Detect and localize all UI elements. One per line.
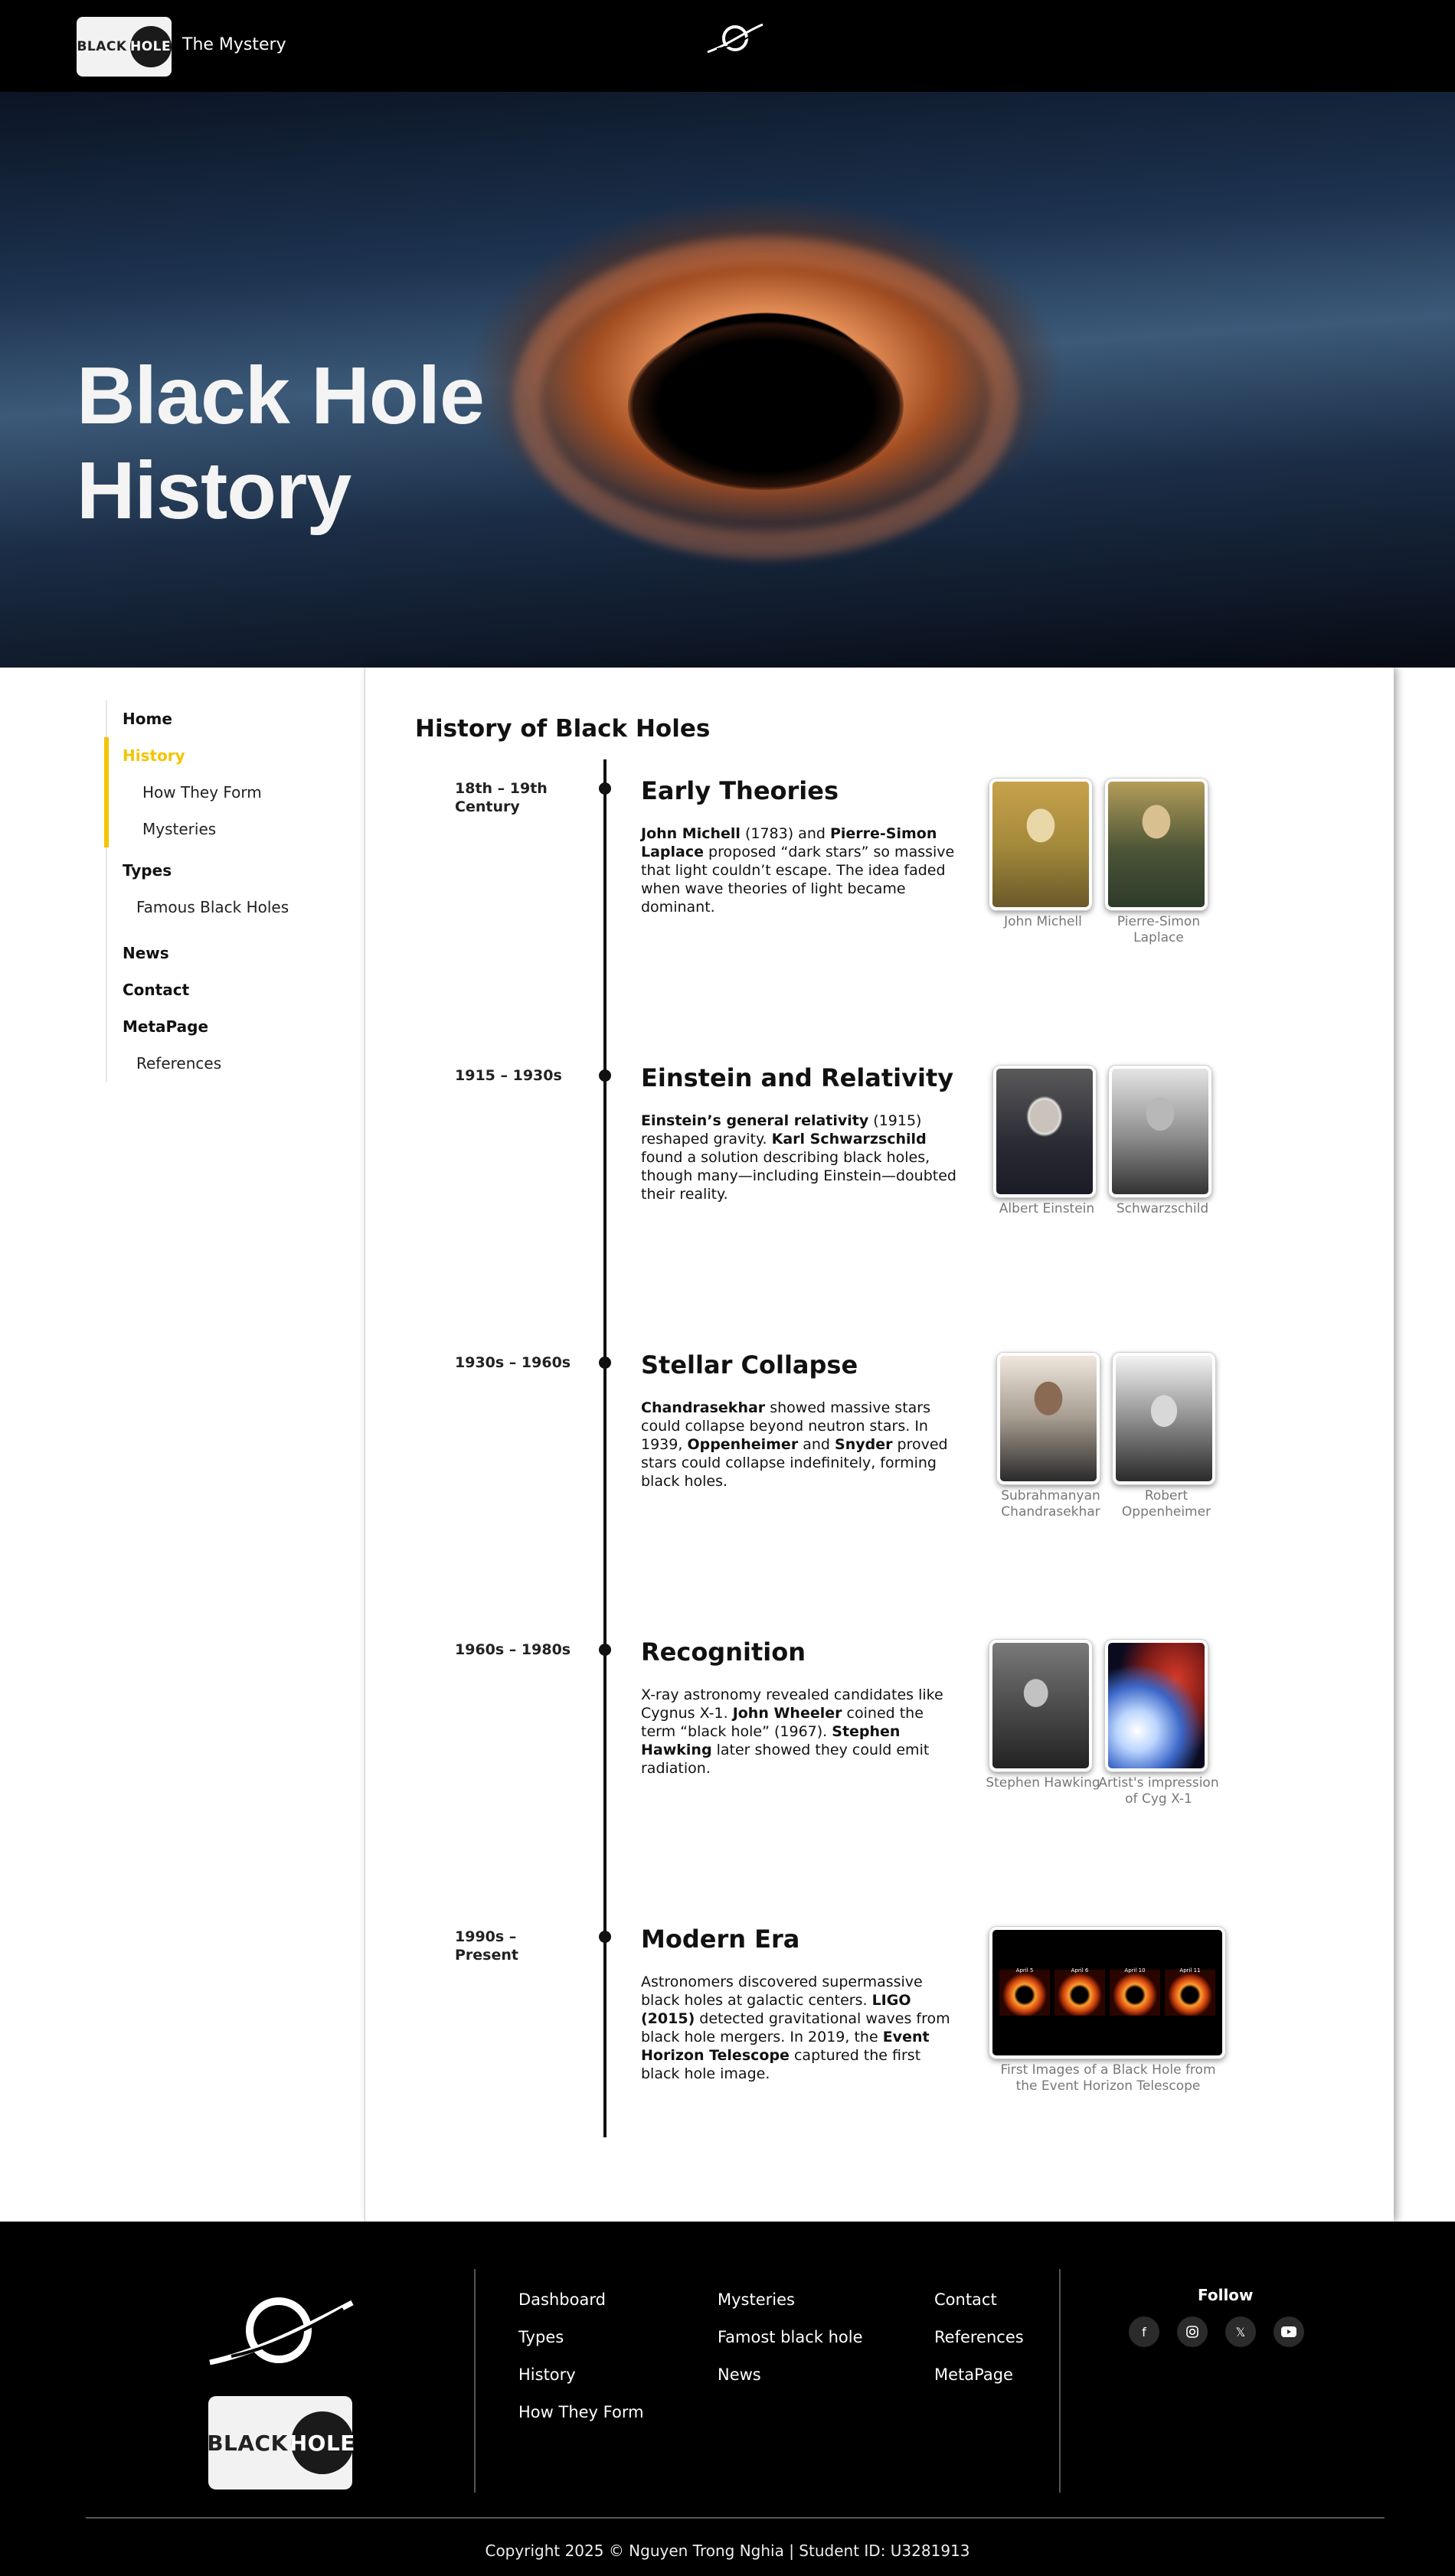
sidebar-item-history[interactable]: History: [109, 737, 351, 774]
footer-link-famous-black-hole[interactable]: Famost black hole: [718, 2328, 863, 2346]
timeline-dot: [599, 1357, 611, 1369]
portrait-schwarzschild: [1109, 1066, 1211, 1197]
portrait-oppenheimer: [1113, 1353, 1215, 1484]
sidebar-item-types[interactable]: Types: [107, 852, 351, 889]
black-hole-emblem-icon: [209, 2297, 354, 2365]
timeline-dot: [599, 1931, 611, 1943]
timeline-heading: Recognition: [641, 1637, 806, 1667]
youtube-icon[interactable]: [1274, 2316, 1304, 2347]
portrait-john-michell: [989, 779, 1092, 910]
eht-black-hole-images: April 5 April 6 April 10 April 11: [989, 1927, 1225, 2059]
timeline-date: 1930s – 1960s: [455, 1354, 571, 1371]
logo-text-left: BLACK: [207, 2430, 288, 2456]
artist-impression-cyg-x1: [1105, 1640, 1208, 1771]
photo-caption: Stephen Hawking: [986, 1775, 1100, 1791]
follow-label: Follow: [1198, 2286, 1254, 2304]
timeline-date: 1915 – 1930s: [455, 1067, 562, 1084]
timeline-heading: Modern Era: [641, 1925, 800, 1954]
eht-panel-label: April 10: [1124, 1967, 1146, 1974]
site-logo[interactable]: BLACK HOLE: [77, 17, 172, 77]
sidebar-group-history: History How They Form Mysteries: [104, 737, 351, 847]
timeline-dot: [599, 1069, 611, 1082]
footer-link-news[interactable]: News: [718, 2365, 863, 2384]
sidebar-nav: Home History How They Form Mysteries Typ…: [104, 700, 351, 1082]
x-icon[interactable]: 𝕏: [1225, 2316, 1256, 2347]
eht-panel-label: April 11: [1179, 1967, 1201, 1974]
timeline-dot: [599, 1644, 611, 1656]
logo-text-right: HOLE: [129, 26, 172, 67]
sidebar-item-mysteries[interactable]: Mysteries: [109, 811, 351, 847]
logo-text-right: HOLE: [289, 2411, 355, 2474]
timeline-heading: Early Theories: [641, 776, 839, 805]
photo-caption: First Images of a Black Hole from the Ev…: [1000, 2062, 1216, 2094]
logo-text-left: BLACK: [77, 39, 127, 54]
copyright-text: Copyright 2025 © Nguyen Trong Nghia | St…: [485, 2542, 970, 2560]
portrait-albert-einstein: [993, 1066, 1096, 1197]
sidebar-item-news[interactable]: News: [107, 935, 351, 971]
page-title: History of Black Holes: [415, 715, 711, 743]
sidebar-item-contact[interactable]: Contact: [107, 971, 351, 1008]
site-name[interactable]: The Mystery: [182, 35, 286, 54]
hero-title: Black Hole History: [77, 351, 485, 536]
sidebar-item-home[interactable]: Home: [107, 700, 351, 737]
portrait-chandrasekhar: [997, 1353, 1100, 1484]
timeline-text: John Michell (1783) and Pierre-Simon Lap…: [641, 825, 955, 916]
photo-caption: Pierre-Simon Laplace: [1117, 914, 1201, 945]
footer-link-metapage[interactable]: MetaPage: [934, 2365, 1024, 2384]
footer-link-contact[interactable]: Contact: [934, 2290, 1024, 2309]
footer-link-references[interactable]: References: [934, 2328, 1024, 2346]
sidebar-item-metapage[interactable]: MetaPage: [107, 1008, 351, 1045]
eht-panel-label: April 6: [1071, 1967, 1089, 1974]
eht-panel-label: April 5: [1015, 1967, 1034, 1974]
footer-link-how-they-form[interactable]: How They Form: [518, 2403, 644, 2421]
main-content: History of Black Holes 18th – 19th Centu…: [365, 668, 1394, 2222]
timeline-heading: Einstein and Relativity: [641, 1063, 954, 1092]
site-footer: BLACK HOLE Dashboard Types History How T…: [0, 2222, 1455, 2576]
timeline-text: Chandrasekhar showed massive stars could…: [641, 1399, 948, 1490]
footer-divider: [1059, 2269, 1061, 2493]
photo-caption: Artist's impression of Cyg X-1: [1098, 1775, 1219, 1807]
portrait-stephen-hawking: [989, 1640, 1092, 1771]
photo-caption: Schwarzschild: [1116, 1201, 1209, 1216]
timeline-dot: [599, 782, 611, 795]
facebook-icon[interactable]: f: [1129, 2316, 1159, 2347]
portrait-laplace: [1105, 779, 1208, 910]
sidebar-item-famous-black-holes[interactable]: Famous Black Holes: [107, 889, 351, 926]
footer-links-col3: Contact References MetaPage: [934, 2290, 1024, 2403]
photo-caption: Robert Oppenheimer: [1121, 1488, 1211, 1520]
footer-rule: [86, 2517, 1385, 2519]
footer-divider: [474, 2269, 476, 2493]
footer-link-history[interactable]: History: [518, 2365, 644, 2384]
hero-banner: Black Hole History: [0, 92, 1455, 668]
timeline-heading: Stellar Collapse: [641, 1350, 858, 1379]
timeline-text: Einstein’s general relativity (1915) res…: [641, 1112, 956, 1203]
footer-link-mysteries[interactable]: Mysteries: [718, 2290, 863, 2309]
timeline-date: 1990s – Present: [455, 1928, 518, 1964]
black-hole-image: [628, 322, 904, 490]
timeline-text: Astronomers discovered supermassive blac…: [641, 1974, 950, 2082]
timeline-text: X-ray astronomy revealed candidates like…: [641, 1686, 943, 1777]
footer-links-col1: Dashboard Types History How They Form: [518, 2290, 644, 2441]
timeline-date: 18th – 19th Century: [455, 780, 548, 815]
footer-links-col2: Mysteries Famost black hole News: [718, 2290, 863, 2403]
top-navbar: BLACK HOLE The Mystery: [0, 0, 1455, 92]
timeline-date: 1960s – 1980s: [455, 1641, 571, 1658]
footer-link-dashboard[interactable]: Dashboard: [518, 2290, 644, 2309]
footer-logo[interactable]: BLACK HOLE: [207, 2396, 355, 2489]
footer-link-types[interactable]: Types: [518, 2328, 644, 2346]
sidebar-item-how-they-form[interactable]: How They Form: [109, 774, 351, 811]
instagram-icon[interactable]: [1177, 2316, 1208, 2347]
photo-caption: Subrahmanyan Chandrasekhar: [1001, 1488, 1100, 1520]
sidebar-item-references[interactable]: References: [107, 1045, 351, 1082]
black-hole-emblem-icon: [707, 23, 763, 54]
photo-caption: Albert Einstein: [999, 1201, 1095, 1216]
photo-caption: John Michell: [1004, 914, 1082, 929]
